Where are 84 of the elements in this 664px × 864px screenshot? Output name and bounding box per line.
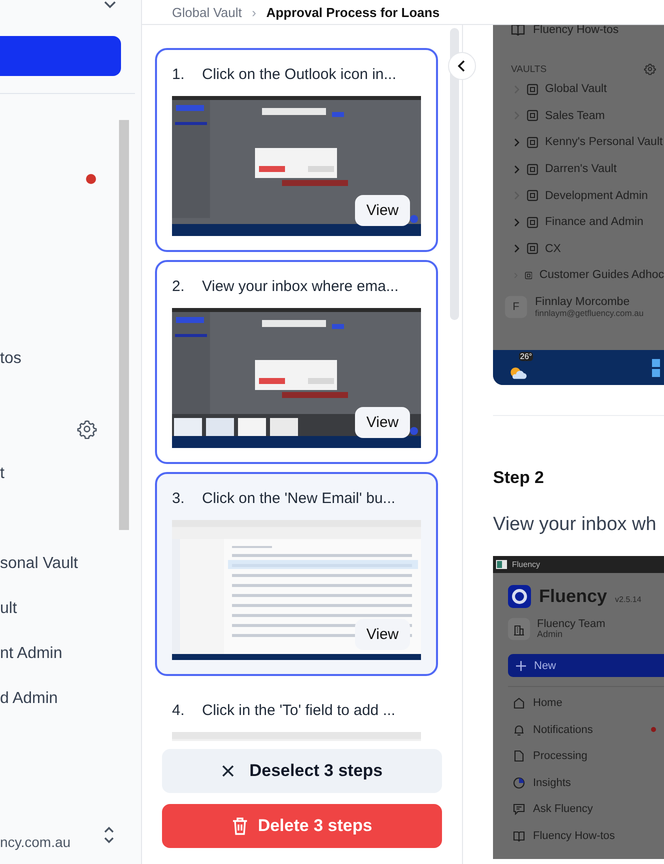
step-heading: Step 2	[493, 468, 546, 488]
vault-icon	[527, 84, 538, 95]
vault-icon	[527, 164, 538, 175]
vault-item[interactable]: Sales Team	[493, 102, 664, 130]
vault-icon	[527, 243, 538, 254]
nav-item[interactable]: tos	[0, 350, 22, 368]
vault-icon	[527, 136, 538, 148]
home-icon	[513, 697, 525, 710]
chevron-left-icon	[457, 60, 467, 72]
view-button[interactable]: View	[355, 407, 410, 438]
deselect-button[interactable]: Deselect 3 steps	[162, 749, 442, 793]
user-name: Finnlay Morcombe	[535, 296, 631, 308]
view-button[interactable]: View	[355, 195, 410, 226]
vault-item[interactable]: Finance and Admin	[493, 208, 664, 236]
close-icon	[221, 764, 236, 778]
book-icon	[513, 830, 525, 842]
nav-item[interactable]: Fluency How-tos	[493, 822, 664, 849]
step-card[interactable]: 3. Click on the 'New Email' bu... View	[155, 472, 438, 676]
step-number: 1.	[172, 66, 186, 82]
scrollbar-thumb[interactable]	[450, 28, 459, 320]
page-title: Approval Process for Loans	[266, 4, 440, 20]
vault-item[interactable]: Darren's Vault	[493, 156, 664, 182]
breadcrumb-separator: ›	[252, 4, 256, 20]
vault-item[interactable]: Global Vault	[493, 76, 664, 103]
step-number: 2.	[172, 278, 186, 294]
vault-icon	[525, 270, 532, 281]
vault-item[interactable]: Customer Guides Adhoc	[493, 262, 664, 289]
chevron-down-icon[interactable]	[103, 0, 117, 10]
delete-button[interactable]: Delete 3 steps	[162, 804, 442, 848]
step-description: View your inbox wh	[493, 514, 658, 536]
step-text: Click on the Outlook icon in...	[202, 66, 396, 82]
vault-item[interactable]: Kenny's Personal Vault	[493, 129, 664, 156]
settings-icon[interactable]	[77, 419, 97, 439]
step-card[interactable]: 1. Click on the Outlook icon in... View	[155, 48, 438, 252]
nav-item[interactable]: Home	[493, 690, 664, 716]
vault-item[interactable]: CX	[493, 236, 664, 262]
nav-item[interactable]: Notifications	[493, 716, 664, 743]
step-number: 3.	[172, 490, 186, 506]
step-text: View your inbox where ema...	[202, 278, 398, 294]
app-name: Fluency	[539, 586, 608, 607]
new-button[interactable]: New	[508, 654, 664, 677]
version-label: v2.5.14	[615, 594, 642, 604]
nav-item[interactable]: Ask Fluency	[493, 796, 664, 822]
pie-icon	[513, 776, 525, 789]
file-icon	[513, 750, 525, 762]
logo-icon	[508, 585, 531, 608]
avatar: F	[505, 296, 527, 318]
app-icon	[496, 560, 507, 569]
scrollbar-thumb[interactable]	[119, 120, 129, 530]
vault-item[interactable]: ult	[0, 600, 17, 618]
vault-item[interactable]: sonal Vault	[0, 554, 78, 572]
chevron-up-down-icon[interactable]	[102, 825, 116, 845]
step-text: Click in the 'To' field to add ...	[202, 702, 396, 718]
step-number: 4.	[172, 702, 186, 718]
window-title: Fluency	[512, 560, 540, 569]
step-text: Click on the 'New Email' bu...	[202, 490, 396, 506]
nav-item[interactable]: Processing	[493, 743, 664, 770]
step-card[interactable]: 2. View your inbox where ema... View	[155, 260, 438, 464]
account-email: ncy.com.au	[0, 834, 71, 850]
user-email: finnlaym@getfluency.com.au	[535, 308, 644, 318]
notification-dot	[86, 174, 96, 184]
breadcrumb-link[interactable]: Global Vault	[172, 4, 242, 20]
section-heading: VAULTS	[511, 64, 547, 74]
book-icon	[511, 25, 525, 36]
vault-icon	[527, 110, 538, 122]
team-name: Fluency Team	[537, 618, 606, 630]
plus-icon	[516, 660, 526, 670]
vault-icon	[527, 216, 538, 228]
weather-icon[interactable]	[509, 366, 527, 380]
temperature-badge: 26°	[519, 352, 534, 361]
vault-item[interactable]: nt Admin	[0, 644, 62, 662]
view-button[interactable]: View	[355, 619, 410, 650]
building-icon	[508, 618, 530, 640]
bell-icon	[513, 724, 525, 736]
nav-item[interactable]: Fluency How-tos	[533, 25, 619, 36]
chat-icon	[513, 803, 525, 816]
team-role: Admin	[537, 630, 563, 640]
nav-item[interactable]: Insights	[493, 770, 664, 796]
collapse-button[interactable]	[448, 52, 476, 80]
vault-item[interactable]: t	[0, 464, 4, 482]
vault-item[interactable]: d Admin	[0, 690, 58, 708]
trash-icon	[232, 817, 248, 835]
vault-icon	[527, 190, 538, 202]
vault-item[interactable]: Development Admin	[493, 182, 664, 209]
